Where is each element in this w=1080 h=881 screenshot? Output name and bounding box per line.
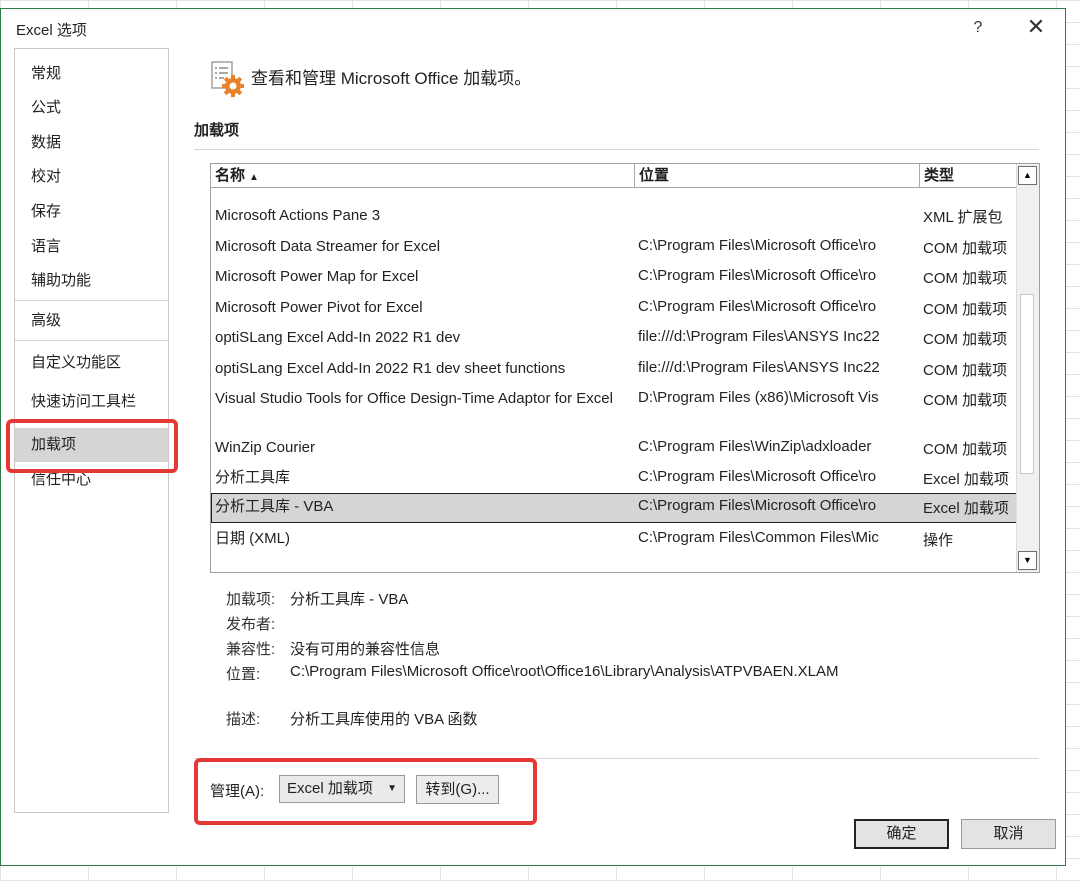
table-row[interactable]: 分析工具库 C:\Program Files\Microsoft Office\… <box>211 464 1017 494</box>
detail-compat-value: 没有可用的兼容性信息 <box>290 641 441 658</box>
nav-item-general[interactable]: 常规 <box>15 57 168 91</box>
table-row[interactable]: Microsoft Power Pivot for Excel C:\Progr… <box>211 294 1017 324</box>
table-row-selected[interactable]: 分析工具库 - VBA C:\Program Files\Microsoft O… <box>211 493 1017 523</box>
detail-location-label: 位置: <box>226 666 261 683</box>
table-row[interactable]: Microsoft Power Map for Excel C:\Program… <box>211 263 1017 293</box>
detail-desc-value: 分析工具库使用的 VBA 函数 <box>290 711 478 728</box>
scroll-up-arrow-icon[interactable]: ▲ <box>1018 166 1037 185</box>
detail-addin-value: 分析工具库 - VBA <box>290 591 409 608</box>
highlight-box-addins <box>6 419 178 473</box>
column-header-location[interactable]: 位置 <box>635 164 920 188</box>
scroll-down-arrow-icon[interactable]: ▼ <box>1018 551 1037 570</box>
detail-publisher-label: 发布者: <box>226 616 276 633</box>
table-row[interactable]: 日期 (XML) C:\Program Files\Common Files\M… <box>211 525 1017 555</box>
page-heading: 查看和管理 Microsoft Office 加载项。 <box>251 69 532 88</box>
nav-item-save[interactable]: 保存 <box>15 195 168 229</box>
table-row[interactable]: optiSLang Excel Add-In 2022 R1 dev file:… <box>211 324 1017 354</box>
detail-desc-label: 描述: <box>226 711 261 728</box>
addins-table: 名称 ▲ 位置 类型 Microsoft Actions Pane 3 XML 扩… <box>210 163 1040 573</box>
highlight-box-manage <box>194 758 537 825</box>
nav-item-accessibility[interactable]: 辅助功能 <box>15 264 168 298</box>
detail-location-value: C:\Program Files\Microsoft Office\root\O… <box>290 663 839 680</box>
section-divider <box>194 149 1039 150</box>
table-row[interactable]: WinZip Courier C:\Program Files\WinZip\a… <box>211 434 1017 464</box>
scroll-thumb[interactable] <box>1020 294 1034 474</box>
nav-item-formulas[interactable]: 公式 <box>15 91 168 125</box>
window-title: Excel 选项 <box>16 22 87 39</box>
sort-ascending-icon: ▲ <box>249 172 259 183</box>
cancel-button[interactable]: 取消 <box>961 819 1056 849</box>
nav-item-language[interactable]: 语言 <box>15 230 168 264</box>
nav-item-proofing[interactable]: 校对 <box>15 160 168 194</box>
nav-item-data[interactable]: 数据 <box>15 126 168 160</box>
addins-gear-icon <box>210 58 246 98</box>
nav-item-quick-access-toolbar[interactable]: 快速访问工具栏 <box>15 385 168 419</box>
help-button[interactable]: ? <box>967 15 989 41</box>
table-row[interactable]: optiSLang Excel Add-In 2022 R1 dev sheet… <box>211 355 1017 385</box>
title-bar: Excel 选项 ? ✕ <box>1 9 1065 47</box>
table-row[interactable]: Microsoft Data Streamer for Excel C:\Pro… <box>211 233 1017 263</box>
detail-addin-label: 加载项: <box>226 591 276 608</box>
detail-compat-label: 兼容性: <box>226 641 276 658</box>
nav-divider <box>15 340 168 341</box>
section-title: 加载项 <box>194 122 240 139</box>
nav-item-advanced[interactable]: 高级 <box>15 304 168 338</box>
table-row[interactable]: Visual Studio Tools for Office Design-Ti… <box>211 385 1017 433</box>
table-row[interactable]: Microsoft Actions Pane 3 XML 扩展包 <box>211 202 1017 232</box>
close-button[interactable]: ✕ <box>1023 15 1049 41</box>
ok-button[interactable]: 确定 <box>854 819 949 849</box>
nav-item-customize-ribbon[interactable]: 自定义功能区 <box>15 346 168 380</box>
column-header-type[interactable]: 类型 <box>920 164 1017 188</box>
nav-divider <box>15 300 168 301</box>
vertical-scrollbar[interactable]: ▲ ▼ <box>1016 164 1039 572</box>
column-header-name[interactable]: 名称 ▲ <box>211 164 635 188</box>
